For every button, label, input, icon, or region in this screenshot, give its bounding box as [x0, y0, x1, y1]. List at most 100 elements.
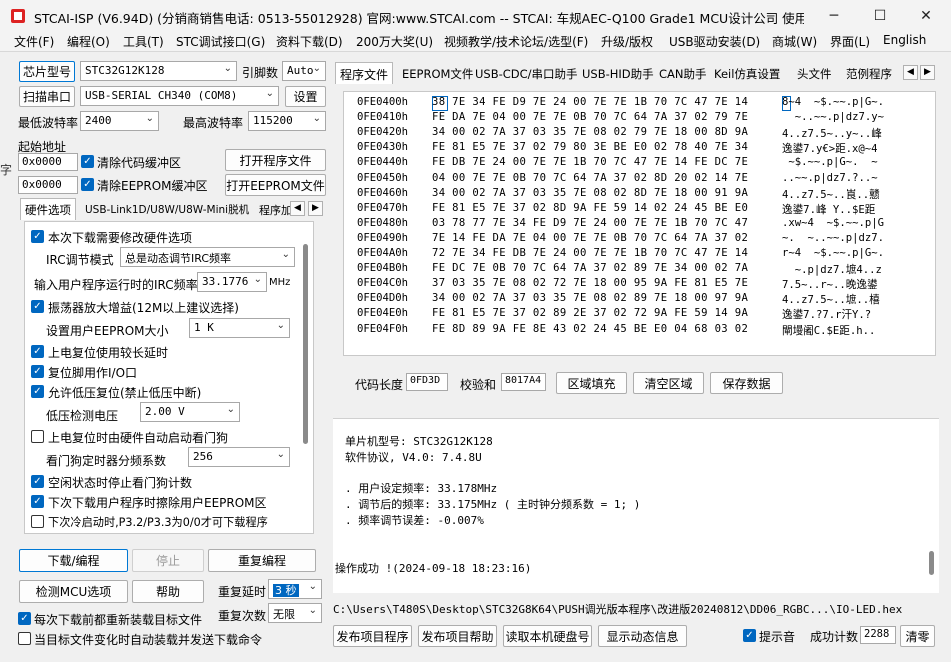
clear-code-buffer-checkbox[interactable]: ✓	[81, 155, 94, 168]
tab-usb-hid[interactable]: USB-HID助手	[577, 62, 659, 84]
hex-row: 0FE04D0h 34 00 02 7A 37 03 35 7E 08 02 89…	[357, 292, 917, 307]
tab-usb-link[interactable]: USB-Link1D/U8W/U8W-Mini脱机	[80, 198, 254, 220]
menu-video[interactable]: 视频教学/技术论坛/选型(F)	[444, 33, 588, 50]
min-baud-select[interactable]: 2400 ⌄	[80, 111, 159, 131]
reset-pin-io-checkbox[interactable]: ✓	[31, 365, 44, 378]
eeprom-size-select[interactable]: 1 K ⌄	[189, 318, 290, 338]
clear-eeprom-buffer-checkbox[interactable]: ✓	[81, 178, 94, 191]
show-dynamic-info-button[interactable]: 显示动态信息	[598, 625, 687, 647]
code-address-input[interactable]: 0x0000	[18, 153, 78, 171]
menu-tools[interactable]: 工具(T)	[123, 33, 164, 50]
erase-eeprom-checkbox[interactable]: ✓	[31, 495, 44, 508]
minimize-button[interactable]: ─	[811, 0, 857, 31]
help-button[interactable]: 帮助	[132, 580, 204, 603]
menu-upgrade[interactable]: 升级/版权	[601, 33, 653, 50]
menu-debug[interactable]: STC调试接口(G)	[176, 33, 265, 50]
hex-ascii: ~.p|dz7.墌4..z	[782, 264, 882, 277]
open-program-file-button[interactable]: 打开程序文件	[225, 149, 326, 171]
tab-can[interactable]: CAN助手	[654, 62, 712, 84]
idle-stop-wdt-checkbox[interactable]: ✓	[31, 475, 44, 488]
reload-before-download-checkbox[interactable]: ✓	[18, 612, 31, 625]
chip-type-label[interactable]: 芯片型号	[19, 61, 75, 82]
tab-scroll-right-icon[interactable]: ▶	[308, 201, 323, 216]
fill-area-button[interactable]: 区域填充	[556, 372, 627, 394]
publish-help-button[interactable]: 发布项目帮助	[418, 625, 497, 647]
chip-type-select[interactable]: STC32G12K128 ⌄	[80, 61, 237, 81]
tab-scroll-left-icon[interactable]: ◀	[290, 201, 305, 216]
menu-file[interactable]: 文件(F)	[14, 33, 54, 50]
osc-gain-checkbox[interactable]: ✓	[31, 300, 44, 313]
repeat-count-label: 重复次数	[218, 609, 267, 623]
menu-program[interactable]: 编程(O)	[67, 33, 110, 50]
max-baud-select[interactable]: 115200 ⌄	[248, 111, 326, 131]
hex-ascii: 逸鍙7.y€>距.x@~4	[782, 143, 878, 156]
clear-eeprom-buffer-label: 清除EEPROM缓冲区	[97, 179, 208, 193]
pin-count-select[interactable]: Auto ⌄	[282, 61, 326, 81]
menu-interface[interactable]: 界面(L)	[830, 33, 870, 50]
hex-row: 0FE0410h FE DA 7E 04 00 7E 7E 0B 70 7C 64…	[357, 111, 917, 126]
tab-hardware-options[interactable]: 硬件选项	[20, 198, 76, 220]
publish-program-button[interactable]: 发布项目程序	[333, 625, 412, 647]
tab-scroll-right-icon[interactable]: ▶	[920, 65, 935, 80]
tab-eeprom-file[interactable]: EEPROM文件	[397, 62, 478, 84]
scrollbar-thumb[interactable]	[303, 244, 308, 444]
tab-examples[interactable]: 范例程序	[841, 62, 897, 84]
lvd-select[interactable]: 2.00 V ⌄	[140, 402, 240, 422]
menu-english[interactable]: English	[883, 33, 926, 47]
repeat-program-button[interactable]: 重复编程	[208, 549, 316, 572]
beep-checkbox[interactable]: ✓	[743, 629, 756, 642]
read-disk-serial-button[interactable]: 读取本机硬盘号	[503, 625, 592, 647]
open-eeprom-file-button[interactable]: 打开EEPROM文件	[225, 174, 326, 196]
hex-ascii: r~4 ~$.~~.p|G~.	[782, 247, 885, 259]
reload-before-download-label: 每次下载前都重新装载目标文件	[34, 613, 203, 627]
hardware-tabs: 硬件选项 USB-Link1D/U8W/U8W-Mini脱机 程序加 ◀ ▶	[18, 198, 328, 220]
repeat-delay-select[interactable]: 3 秒 ⌄	[268, 579, 322, 599]
hex-addr: 0FE0440h	[357, 156, 409, 169]
scan-port-button[interactable]: 扫描串口	[19, 86, 75, 107]
cold-start-checkbox[interactable]	[31, 515, 44, 528]
chip-type-value: STC32G12K128	[85, 64, 165, 77]
repeat-count-value: 无限	[273, 608, 295, 621]
auto-wdt-checkbox[interactable]	[31, 430, 44, 443]
stop-button[interactable]: 停止	[132, 549, 204, 572]
save-data-button[interactable]: 保存数据	[710, 372, 783, 394]
menu-shop[interactable]: 商城(W)	[772, 33, 817, 50]
irc-mode-select[interactable]: 总是动态调节IRC频率 ⌄	[120, 247, 295, 267]
hex-row: 0FE04C0h 37 03 35 7E 08 02 72 7E 18 00 95…	[357, 277, 917, 292]
long-delay-checkbox[interactable]: ✓	[31, 345, 44, 358]
tab-keil-sim[interactable]: Keil仿真设置	[709, 62, 785, 84]
wdt-divider-select[interactable]: 256 ⌄	[188, 447, 290, 467]
tab-program-file[interactable]: 程序文件	[335, 62, 394, 84]
tab-usb-cdc[interactable]: USB-CDC/串口助手	[470, 62, 583, 84]
hex-ascii: 閘墁阇C.$E距.h..	[782, 324, 876, 337]
port-settings-button[interactable]: 设置	[285, 86, 326, 107]
detect-mcu-button[interactable]: 检测MCU选项	[19, 580, 128, 603]
hex-ascii: ..~~.p|dz7.?..~	[782, 171, 878, 184]
menu-prize[interactable]: 200万大奖(U)	[356, 33, 433, 50]
hex-row: 0FE04E0h FE 81 E5 7E 37 02 89 2E 37 02 72…	[357, 307, 917, 322]
download-program-button[interactable]: 下载/编程	[19, 549, 128, 572]
irc-frequency-select[interactable]: 33.1776 ⌄	[197, 272, 267, 292]
clear-area-button[interactable]: 清空区域	[633, 372, 704, 394]
close-button[interactable]: ✕	[903, 0, 949, 31]
allow-lvr-checkbox[interactable]: ✓	[31, 385, 44, 398]
menu-download[interactable]: 资料下载(D)	[276, 33, 343, 50]
tab-header-file[interactable]: 头文件	[792, 62, 837, 84]
chevron-down-icon: ⌄	[265, 88, 274, 99]
log-line: . 调节后的频率: 33.175MHz ( 主时钟分频系数 = 1; )	[345, 498, 641, 511]
auto-on-change-checkbox[interactable]	[18, 632, 31, 645]
chevron-down-icon: ⌄	[312, 63, 321, 74]
modify-hw-checkbox[interactable]: ✓	[31, 230, 44, 243]
maximize-button[interactable]: ☐	[857, 0, 903, 31]
wdt-divider-value: 256	[193, 450, 213, 463]
hex-ascii: 7.5~..r~..晚逸鍙	[782, 279, 878, 292]
menu-usb-driver[interactable]: USB驱动安装(D)	[669, 33, 760, 50]
eeprom-address-input[interactable]: 0x0000	[18, 176, 78, 194]
hex-bytes: 34 00 02 7A 37 03 35 7E 08 02 89 7E 18 0…	[432, 292, 749, 305]
tab-scroll-left-icon[interactable]: ◀	[903, 65, 918, 80]
repeat-count-select[interactable]: 无限 ⌄	[268, 603, 322, 623]
irc-mode-value: 总是动态调节IRC频率	[125, 252, 232, 265]
reset-count-button[interactable]: 清零	[900, 625, 935, 647]
scrollbar-thumb[interactable]	[929, 551, 934, 575]
port-select[interactable]: USB-SERIAL CH340 (COM8) ⌄	[80, 86, 279, 106]
